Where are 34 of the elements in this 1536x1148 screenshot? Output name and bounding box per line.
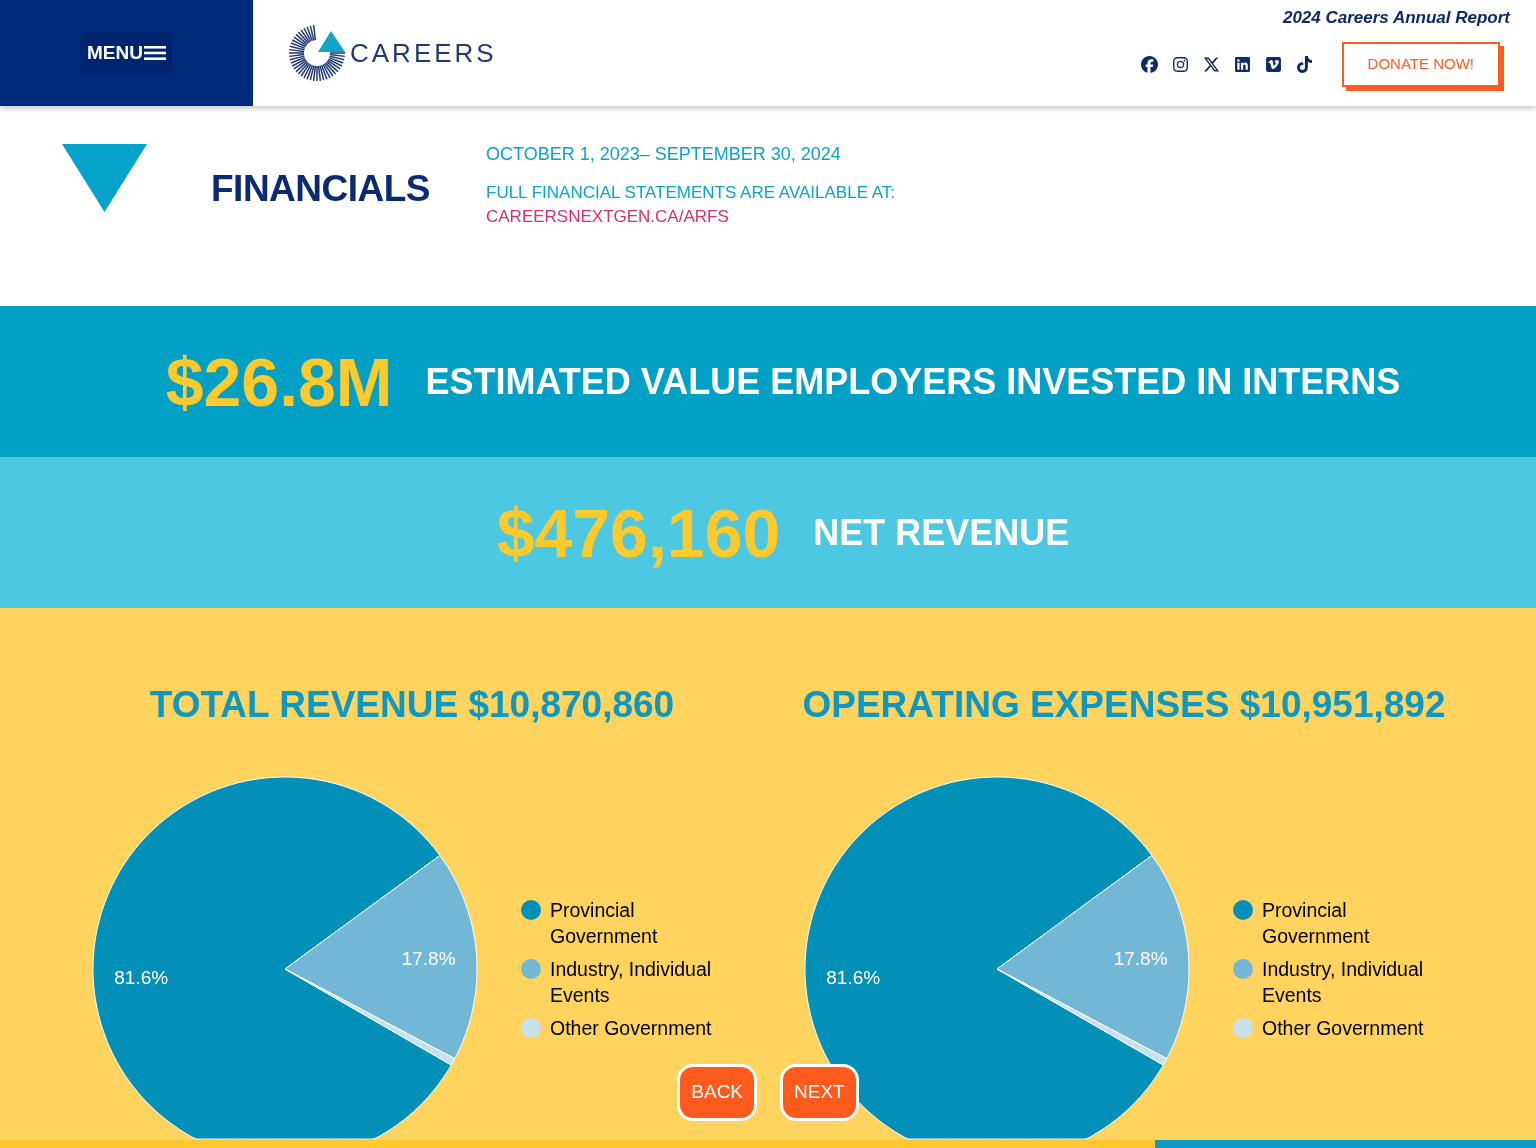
- slice-label: 81.6%: [114, 966, 169, 988]
- legend-label: Provincial Government: [550, 898, 659, 949]
- legend-label: Industry, Individual Events: [550, 957, 713, 1008]
- report-title: 2024 Careers Annual Report: [1282, 8, 1510, 28]
- statement-link[interactable]: CAREERSNEXTGEN.CA/ARFS: [486, 205, 729, 229]
- legend-label: Industry, Individual Events: [1262, 957, 1425, 1008]
- slice-label: 81.6%: [826, 966, 881, 988]
- vimeo-icon[interactable]: [1264, 56, 1282, 73]
- logo-icon: [287, 23, 347, 83]
- next-button[interactable]: NEXT: [780, 1064, 859, 1121]
- x-logo-icon[interactable]: [1202, 56, 1220, 73]
- section-title: FINANCIALS: [211, 170, 431, 207]
- chart-title: OPERATING EXPENSES $10,951,892: [802, 686, 1446, 723]
- highlight-amount: $476,160: [496, 498, 781, 567]
- logo-text: CAREERS: [350, 36, 497, 70]
- linkedin-icon[interactable]: [1233, 56, 1251, 73]
- slice-label: 17.8%: [401, 948, 456, 970]
- highlight-amount: $26.8M: [165, 347, 393, 416]
- tiktok-icon[interactable]: [1295, 56, 1313, 73]
- menu-icon: [143, 46, 166, 60]
- slice-label: 17.8%: [1113, 948, 1168, 970]
- statement-note: FULL FINANCIAL STATEMENTS ARE AVAILABLE AT:: [486, 182, 896, 204]
- highlight-label: NET REVENUE: [813, 514, 1070, 551]
- menu-button[interactable]: MENU: [81, 32, 172, 74]
- legend-label: Other Government: [1262, 1016, 1425, 1041]
- period-text: OCTOBER 1, 2023– SEPTEMBER 30, 2024: [486, 144, 842, 164]
- triangle-icon: [62, 144, 147, 212]
- facebook-icon[interactable]: [1140, 56, 1158, 73]
- legend-label: Other Government: [550, 1016, 713, 1041]
- highlight-label: ESTIMATED VALUE EMPLOYERS INVESTED IN INTERNS: [425, 363, 1401, 400]
- legend-label: Provincial Government: [1262, 898, 1371, 949]
- instagram-icon[interactable]: [1171, 56, 1189, 73]
- chart-title: TOTAL REVENUE $10,870,860: [149, 686, 675, 723]
- back-button[interactable]: BACK: [677, 1064, 758, 1121]
